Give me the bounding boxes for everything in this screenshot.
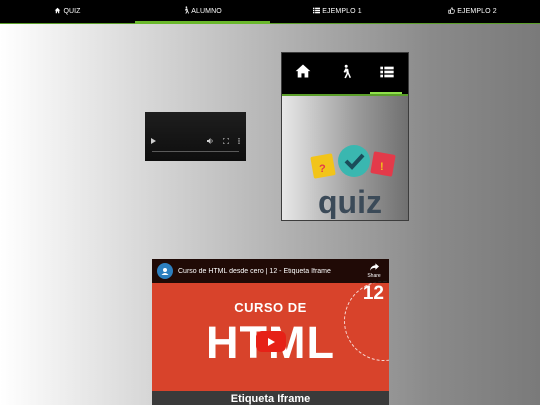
home-icon [295,64,311,83]
thumbnail-bottom-text: Etiqueta Iframe [152,391,389,405]
youtube-header: Curso de HTML desde cero | 12 - Etiqueta… [152,259,389,283]
video-controls [151,137,240,147]
nav-item-quiz[interactable]: QUIZ [0,0,135,22]
quiz-logo: ? ! quiz [310,145,398,220]
video-progress-bar[interactable] [152,151,239,152]
youtube-embed[interactable]: Curso de HTML desde cero | 12 - Etiqueta… [152,259,389,405]
share-button[interactable]: Share [359,263,389,279]
video-player[interactable] [145,112,246,161]
play-icon [268,337,275,346]
list-icon [380,65,394,83]
nav-item-alumno[interactable]: ALUMNO [135,0,270,24]
nav-item-label: EJEMPLO 2 [457,7,497,15]
fullscreen-icon[interactable] [222,137,230,146]
mini-tab-alumno[interactable] [324,53,366,94]
walking-person-icon [340,64,351,84]
thumbnail-line-1: CURSO DE [234,300,307,315]
svg-text:!: ! [380,161,384,173]
quiz-logo-text: quiz [318,184,382,219]
home-icon [54,7,61,16]
more-options-icon[interactable] [238,138,240,146]
share-icon [369,263,379,273]
mini-tab-home[interactable] [282,53,324,94]
embedded-page-frame: ? ! quiz [281,52,409,221]
thumbs-up-icon [448,6,456,16]
video-title[interactable]: Curso de HTML desde cero | 12 - Etiqueta… [178,268,359,275]
nav-item-label: EJEMPLO 1 [322,7,362,15]
volume-icon[interactable] [207,138,214,146]
mini-nav [282,53,408,96]
share-label: Share [367,273,381,279]
walking-person-icon [183,6,190,16]
nav-item-label: QUIZ [63,7,81,15]
youtube-play-button[interactable] [256,331,286,352]
mini-tab-list[interactable] [366,53,408,94]
channel-avatar[interactable] [157,263,173,279]
nav-item-label: ALUMNO [191,7,222,15]
top-nav: QUIZ ALUMNO EJEMPLO 1 EJEMPLO 2 [0,0,540,24]
svg-text:?: ? [319,163,326,175]
list-icon [313,7,321,16]
nav-item-ejemplo-2[interactable]: EJEMPLO 2 [405,0,540,22]
nav-item-ejemplo-1[interactable]: EJEMPLO 1 [270,0,405,22]
play-icon[interactable] [151,138,156,146]
